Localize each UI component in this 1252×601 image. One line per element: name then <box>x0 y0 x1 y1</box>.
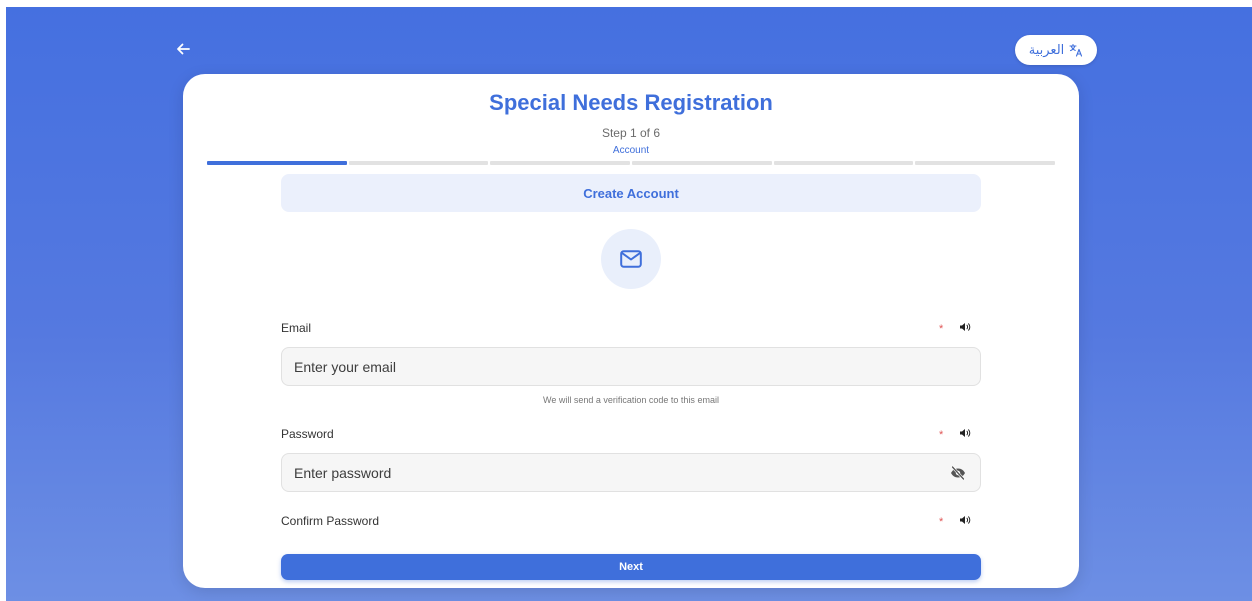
language-label: العربية <box>1028 42 1065 58</box>
section-icon-badge <box>601 229 661 289</box>
translate-icon <box>1069 43 1083 57</box>
registration-card: Special Needs Registration Step 1 of 6 A… <box>183 74 1079 588</box>
email-input[interactable] <box>294 358 968 375</box>
required-indicator: * <box>939 323 944 335</box>
speaker-icon <box>960 429 971 437</box>
step-name: Account <box>612 145 650 156</box>
progress-segment <box>490 161 631 165</box>
toggle-password-visibility-button[interactable] <box>948 463 968 483</box>
progress-segment <box>632 161 772 165</box>
email-hint: We will send a verification code to this… <box>543 395 719 405</box>
speaker-icon <box>960 516 971 524</box>
page-title: Special Needs Registration <box>489 90 773 115</box>
arrow-left-icon <box>177 43 190 55</box>
password-read-aloud-button[interactable] <box>958 426 972 440</box>
mail-icon <box>620 250 642 268</box>
progress-segment <box>773 161 914 165</box>
progress-segment <box>207 161 347 165</box>
progress-segment <box>915 161 1056 165</box>
required-indicator: * <box>939 429 944 441</box>
back-button[interactable] <box>172 38 194 60</box>
email-label: Email <box>281 321 312 335</box>
confirm-password-read-aloud-button[interactable] <box>958 513 972 527</box>
next-button[interactable]: Next <box>281 554 981 580</box>
email-field[interactable] <box>281 347 981 386</box>
eye-off-icon <box>951 465 965 480</box>
section-header: Create Account <box>281 174 981 212</box>
password-field[interactable] <box>281 453 981 492</box>
confirm-password-label: Confirm Password <box>281 514 380 528</box>
step-indicator: Step 1 of 6 <box>601 126 661 140</box>
email-read-aloud-button[interactable] <box>958 320 972 334</box>
password-input[interactable] <box>294 464 948 481</box>
speaker-icon <box>960 323 971 331</box>
step-progress-bar <box>207 161 1056 165</box>
progress-segment <box>348 161 489 165</box>
required-indicator: * <box>939 516 944 528</box>
language-toggle-button[interactable]: العربية <box>1015 35 1097 65</box>
password-label: Password <box>281 427 334 441</box>
